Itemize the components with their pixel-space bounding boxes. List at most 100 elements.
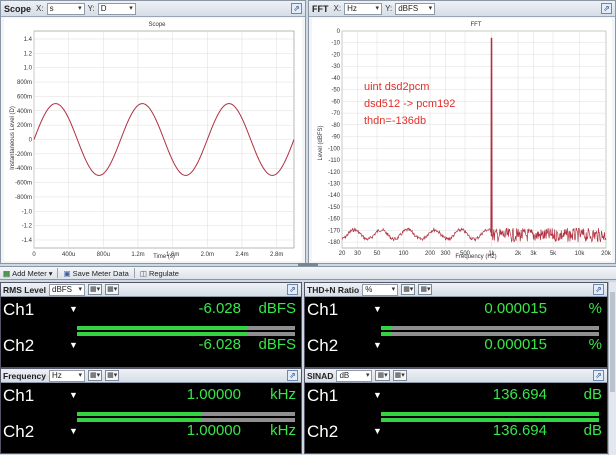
ch2-level-bar <box>77 418 202 422</box>
rms-meter: RMS Level dBFS ▾ ▦▾ ▦▾ ⇗ Ch1 ▼ -6.028 dBF… <box>0 282 302 368</box>
scope-x-select[interactable]: s ▾ <box>46 2 85 15</box>
channel-dropdown[interactable]: ▼ <box>69 426 78 436</box>
y-tick-label: 600m <box>17 94 32 100</box>
undock-icon[interactable]: ⇗ <box>593 370 604 381</box>
undock-icon[interactable]: ⇗ <box>287 370 298 381</box>
level-bar-track <box>381 326 599 330</box>
meter-options-icon[interactable]: ▦▾ <box>88 284 103 295</box>
freq-unit-select[interactable]: Hz ▾ <box>49 369 85 382</box>
fft-title: FFT <box>312 3 329 14</box>
channel-label: Ch1 <box>3 386 35 405</box>
y-tick-label: -1.0 <box>22 209 33 215</box>
x-tick-label: 300 <box>440 251 451 257</box>
undock-icon[interactable]: ⇗ <box>291 3 302 14</box>
y-tick-label: -20 <box>331 52 340 58</box>
y-tick-label: -60 <box>331 99 340 105</box>
y-tick-label: -80 <box>331 123 340 129</box>
add-meter-button[interactable]: ▤ Add Meter ▾ <box>3 269 52 278</box>
meter-settings-icon[interactable]: ▦▾ <box>105 284 120 295</box>
scrollbar-thumb[interactable] <box>610 292 615 392</box>
scope-y-select[interactable]: D ▾ <box>97 2 136 15</box>
fft-chart: FFT 0 -10 -20 -30 -40 -50 -60 -70 -80 -90 -100 -110… <box>318 22 612 260</box>
channel-dropdown[interactable]: ▼ <box>373 426 382 436</box>
undock-icon[interactable]: ⇗ <box>601 3 612 14</box>
rms-meter-title: RMS Level <box>3 284 46 295</box>
regulate-icon: ◫ <box>139 268 147 278</box>
y-tick-label: -160 <box>328 217 341 223</box>
scope-x-label: X: <box>36 4 44 13</box>
fft-y-select[interactable]: dBFS ▾ <box>395 2 436 15</box>
toolbar-divider <box>133 268 135 278</box>
rms-unit-select[interactable]: dBFS ▾ <box>49 283 85 296</box>
x-tick-label: 30 <box>354 251 361 257</box>
meter-settings-icon[interactable]: ▦▾ <box>392 370 407 381</box>
rms-ch1-unit: dBFS <box>258 300 296 317</box>
x-tick-label: 1.2m <box>131 252 144 258</box>
freq-ch2-value: 1.00000 <box>186 422 241 439</box>
channel-dropdown[interactable]: ▼ <box>373 304 382 314</box>
scope-plot[interactable]: Scope 1.4 1.2 1.0 800m 600m 400m 200m 0 -200m -40… <box>4 18 302 261</box>
scope-header: Scope X: s ▾ Y: D ▾ ⇗ <box>1 1 305 17</box>
chevron-down-icon: ▾ <box>428 4 433 12</box>
regulate-button[interactable]: ◫ Regulate <box>140 269 179 278</box>
undock-icon[interactable]: ⇗ <box>593 284 604 295</box>
x-tick-label: 0 <box>32 252 36 258</box>
fft-x-axis-label: Frequency (Hz) <box>455 254 496 260</box>
scope-y-axis-label: Instantaneous Level (D) <box>10 106 16 170</box>
x-tick-label: 2.8m <box>270 252 283 258</box>
thdn-unit-select[interactable]: % ▾ <box>362 283 399 296</box>
thdn-ch2-row: Ch2 ▼ 0.000015 % <box>305 334 607 369</box>
channel-dropdown[interactable]: ▼ <box>69 340 78 350</box>
sinad-ch1-unit: dB <box>583 386 602 403</box>
undock-icon[interactable]: ⇗ <box>287 284 298 295</box>
y-tick-label: -1.4 <box>22 238 33 244</box>
y-tick-label: 200m <box>17 123 32 129</box>
meter-options-icon[interactable]: ▦▾ <box>88 370 103 381</box>
x-tick-label: 100 <box>399 251 410 257</box>
y-tick-label: -1.2 <box>22 224 33 230</box>
fft-plot[interactable]: FFT 0 -10 -20 -30 -40 -50 -60 -70 -80 -90 -100 -110… <box>312 18 612 261</box>
channel-dropdown[interactable]: ▼ <box>373 390 382 400</box>
x-tick-label: 10k <box>575 251 586 257</box>
channel-dropdown[interactable]: ▼ <box>69 304 78 314</box>
freq-meter-title: Frequency <box>3 370 46 381</box>
scope-chart: Scope 1.4 1.2 1.0 800m 600m 400m 200m 0 -200m -40… <box>10 22 295 260</box>
x-tick-label: 2k <box>515 251 522 257</box>
y-tick-label: -120 <box>328 170 341 176</box>
thdn-meter-title: THD+N Ratio <box>307 284 360 295</box>
fft-header: FFT X: Hz ▾ Y: dBFS ▾ ⇗ <box>309 1 615 17</box>
channel-dropdown[interactable]: ▼ <box>69 390 78 400</box>
meter-settings-icon[interactable]: ▦▾ <box>105 370 120 381</box>
sinad-unit-select[interactable]: dB ▾ <box>336 369 373 382</box>
y-tick-label: 1.4 <box>24 37 33 43</box>
save-meter-data-button[interactable]: ▣ Save Meter Data <box>63 269 128 278</box>
toolbar-divider <box>57 268 59 278</box>
meter-toolbar: ▤ Add Meter ▾ ▣ Save Meter Data ◫ Regulate <box>0 266 616 280</box>
ch1-level-bar <box>77 412 202 416</box>
x-tick-label: 2.4m <box>235 252 248 258</box>
freq-meter-header: Frequency Hz ▾ ▦▾ ▦▾ ⇗ <box>1 369 301 383</box>
x-tick-label: 400u <box>62 252 75 258</box>
channel-dropdown[interactable]: ▼ <box>373 340 382 350</box>
x-tick-label: 3k <box>530 251 537 257</box>
sinad-ch2-row: Ch2 ▼ 136.694 dB <box>305 420 607 455</box>
freq-meter: Frequency Hz ▾ ▦▾ ▦▾ ⇗ Ch1 ▼ 1.00000 kHz C… <box>0 368 302 454</box>
rms-meter-header: RMS Level dBFS ▾ ▦▾ ▦▾ ⇗ <box>1 283 301 297</box>
meter-scrollbar[interactable] <box>608 282 616 455</box>
ch1-level-bar <box>77 326 248 330</box>
fft-x-label: X: <box>333 4 342 13</box>
sinad-ch1-value: 136.694 <box>492 386 547 403</box>
x-tick-label: 20k <box>601 251 612 257</box>
meter-options-icon[interactable]: ▦▾ <box>375 370 390 381</box>
y-tick-label: -130 <box>328 181 341 187</box>
y-tick-label: -100 <box>328 146 341 152</box>
meter-settings-icon[interactable]: ▦▾ <box>418 284 433 295</box>
chevron-down-icon: ▾ <box>78 285 82 293</box>
x-tick-label: 200 <box>425 251 436 257</box>
y-tick-label: -170 <box>328 228 341 234</box>
fft-x-select[interactable]: Hz ▾ <box>344 2 383 15</box>
y-tick-label: -110 <box>328 158 340 164</box>
y-tick-label: -150 <box>328 205 341 211</box>
freq-ch1-value: 1.00000 <box>186 386 241 403</box>
meter-options-icon[interactable]: ▦▾ <box>401 284 416 295</box>
